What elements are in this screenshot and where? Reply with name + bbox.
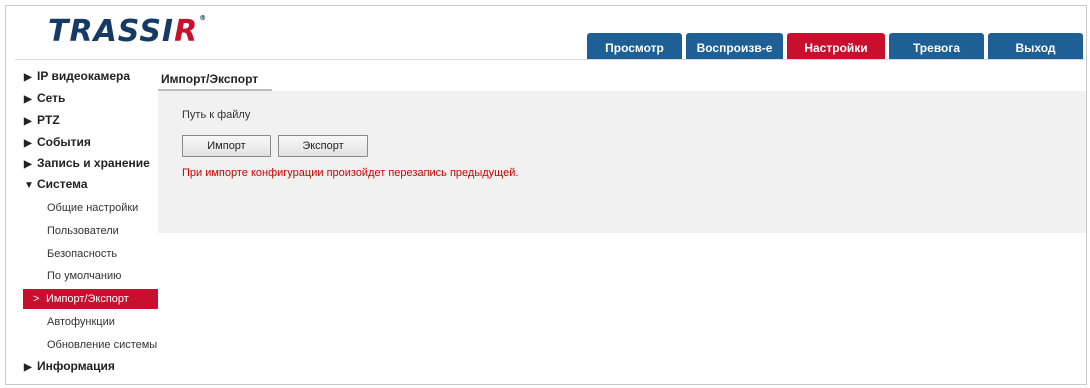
sidebar-subitem-import-export[interactable]: > Импорт/Экспорт xyxy=(23,289,158,309)
overwrite-warning: При импорте конфигурации произойдет пере… xyxy=(182,167,519,179)
sidebar-subitem-defaults[interactable]: По умолчанию xyxy=(23,266,158,286)
tab-playback[interactable]: Воспроизв-е xyxy=(686,33,783,59)
sidebar-subitem-label: Импорт/Экспорт xyxy=(46,293,129,305)
expand-arrow-icon: ▶ xyxy=(24,159,32,170)
trassir-logo: TRASSIR® xyxy=(48,14,207,49)
sidebar-subitem-users[interactable]: Пользователи xyxy=(23,221,158,241)
file-path-label: Путь к файлу xyxy=(182,109,251,121)
sidebar-item-information[interactable]: ▶ Информация xyxy=(24,356,115,376)
sidebar-item-label: IP видеокамера xyxy=(37,69,131,83)
import-button[interactable]: Импорт xyxy=(182,135,271,157)
sidebar-item-label: События xyxy=(37,135,91,149)
header-divider xyxy=(15,59,1085,60)
sidebar-item-recording-storage[interactable]: ▶ Запись и хранение xyxy=(24,153,150,173)
sidebar-subitem-general-settings[interactable]: Общие настройки xyxy=(23,198,158,218)
chevron-right-icon: > xyxy=(33,293,40,305)
expand-arrow-icon: ▶ xyxy=(24,362,32,373)
tab-settings[interactable]: Настройки xyxy=(787,33,885,59)
logo-r: R xyxy=(174,14,199,49)
tab-alarm[interactable]: Тревога xyxy=(889,33,984,59)
sidebar-item-label: Система xyxy=(37,177,88,191)
sidebar-item-ip-camera[interactable]: ▶ IP видеокамера xyxy=(24,66,130,86)
sidebar-item-label: PTZ xyxy=(37,113,60,127)
sidebar-subitem-system-update[interactable]: Обновление системы xyxy=(23,335,158,355)
expand-arrow-icon: ▶ xyxy=(24,138,32,149)
import-export-panel: Путь к файлу Импорт Экспорт При импорте … xyxy=(158,91,1086,233)
sidebar-item-label: Сеть xyxy=(37,91,66,105)
sidebar-subitem-auto-functions[interactable]: Автофункции xyxy=(23,312,158,332)
tab-import-export[interactable]: Импорт/Экспорт xyxy=(158,67,273,91)
logo-text: TRASSI xyxy=(48,14,175,49)
expand-arrow-icon: ▶ xyxy=(24,116,32,127)
tab-logout[interactable]: Выход xyxy=(988,33,1083,59)
sidebar-item-events[interactable]: ▶ События xyxy=(24,132,91,152)
export-button[interactable]: Экспорт xyxy=(278,135,368,157)
sidebar-subitem-security[interactable]: Безопасность xyxy=(23,244,158,264)
expand-arrow-icon: ▶ xyxy=(24,94,32,105)
expand-arrow-icon: ▶ xyxy=(24,72,32,83)
sidebar-item-label: Запись и хранение xyxy=(37,156,150,170)
registered-mark-icon: ® xyxy=(199,14,208,22)
sidebar-item-ptz[interactable]: ▶ PTZ xyxy=(24,110,60,130)
tab-live-view[interactable]: Просмотр xyxy=(587,33,682,59)
collapse-arrow-icon: ▼ xyxy=(24,180,34,191)
sidebar-item-system[interactable]: ▼ Система xyxy=(24,174,88,194)
sidebar-item-label: Информация xyxy=(37,359,115,373)
sidebar-item-network[interactable]: ▶ Сеть xyxy=(24,88,65,108)
